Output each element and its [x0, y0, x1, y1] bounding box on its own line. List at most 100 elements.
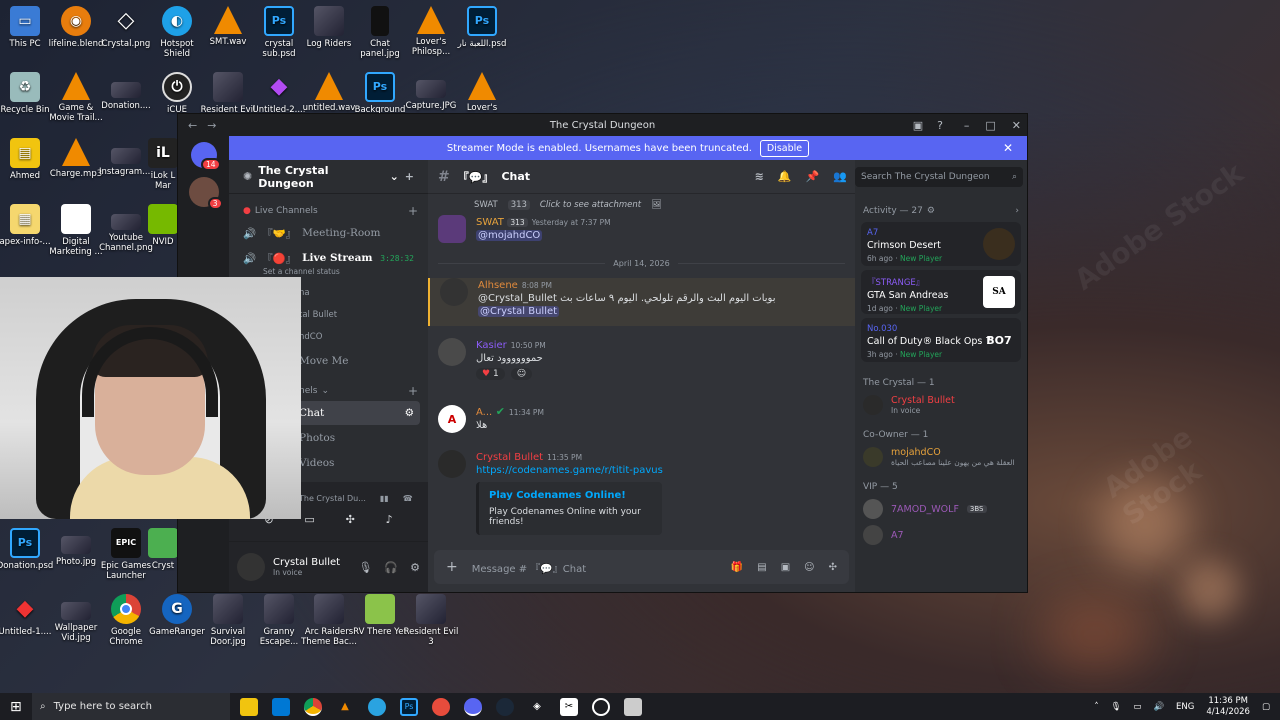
volume-icon[interactable]: 🔊 [1153, 702, 1164, 712]
minimize-icon[interactable]: – [964, 119, 970, 132]
desktop-icon-ilok[interactable]: iL iLok L Mar [148, 138, 178, 191]
gift-icon[interactable]: 🎁 [731, 562, 743, 573]
activity-card[interactable]: 『STRANGE』 GTA San Andreas 1d ago · New Pla… [861, 270, 1021, 314]
member-item[interactable]: A7 [855, 522, 1027, 548]
desktop-icon-untitled-wav[interactable]: untitled.wav [300, 72, 358, 113]
desktop-icon-gameranger[interactable]: G GameRanger [148, 594, 206, 637]
desktop-icon-epic[interactable]: EPIC Epic Games Launcher [97, 528, 155, 581]
chevron-up-icon[interactable]: ˄ [1094, 702, 1098, 712]
reaction-heart[interactable]: ♥ 1 [476, 368, 505, 380]
capcut-icon[interactable]: ✂ [560, 697, 578, 716]
desktop-icon-icue[interactable]: ⏻ iCUE [148, 72, 206, 115]
activity-card[interactable]: No.030 Call of Duty® Black Ops 7 3h ago · … [861, 318, 1021, 362]
member-item[interactable]: mojahdCO العقلة هي من يهون علينا مصاعب ال… [855, 444, 1027, 470]
sticker-icon[interactable]: ▣ [781, 562, 790, 573]
microphone-icon[interactable]: 🎙 [1111, 702, 1122, 712]
vlc-icon[interactable]: ▲ [336, 698, 354, 716]
headphones-icon[interactable]: 🎧 [384, 561, 398, 574]
close-icon[interactable]: ✕ [1012, 119, 1021, 132]
gif-icon[interactable]: ▤ [757, 562, 766, 573]
app-icon[interactable]: ◈ [528, 698, 546, 716]
forward-arrow-icon[interactable]: → [207, 119, 216, 132]
avatar[interactable] [237, 553, 265, 581]
photoshop-icon[interactable]: Ps [400, 697, 418, 716]
category-live-channels[interactable]: ● Live Channels + [229, 194, 428, 220]
add-reaction-icon[interactable]: ☺ [510, 368, 533, 380]
inbox-icon[interactable]: ▣ [913, 119, 923, 132]
app-icon[interactable] [624, 697, 642, 716]
apps-icon[interactable]: ✣ [829, 562, 837, 573]
desktop-icon-nvidia[interactable]: NVID [148, 204, 178, 247]
discord-icon[interactable] [464, 697, 482, 716]
windows-start-icon[interactable]: ⊞ [10, 699, 22, 715]
desktop-icon-youtube[interactable]: Youtube Channel.png [97, 204, 155, 253]
member-item[interactable]: 7AMOD_WOLF 3BS [855, 496, 1027, 522]
desktop-icon-untitled1[interactable]: ◆ Untitled-1.... [0, 594, 54, 638]
desktop-icon-crystal-png[interactable]: ◇ Crystal.png [97, 6, 155, 50]
emoji-icon[interactable]: ☺ [804, 562, 814, 573]
desktop-icon-ahmed[interactable]: ▤ Ahmed [0, 138, 54, 181]
channel-meeting-room[interactable]: 🔊 『🤝』 Meeting-Room [237, 221, 420, 245]
desktop-icon-resident-evil[interactable]: Resident Evil [199, 72, 257, 115]
close-banner-icon[interactable]: ✕ [1003, 141, 1013, 155]
avatar[interactable] [440, 278, 468, 306]
add-channel-icon[interactable]: + [408, 204, 418, 218]
avatar[interactable] [438, 450, 466, 478]
add-user-icon[interactable]: + [405, 170, 414, 183]
desktop-icon-hotspot[interactable]: ◐ Hotspot Shield [148, 6, 206, 59]
notification-icon[interactable]: ▢ [1262, 702, 1270, 712]
add-attachment-icon[interactable]: + [446, 559, 458, 575]
soundboard-icon[interactable]: ▮▮ [380, 494, 389, 503]
search-input[interactable]: Search The Crystal Dungeon ⌕ [855, 167, 1023, 187]
disconnect-icon[interactable]: ☎ [403, 494, 413, 503]
avatar[interactable]: A [438, 405, 466, 433]
message-input[interactable]: Message # 『💬』Chat [472, 560, 586, 575]
desktop-icon-this-pc[interactable]: ▭ This PC [0, 6, 54, 49]
app-icon[interactable] [432, 697, 450, 716]
desktop-icon-arabic-psd[interactable]: Ps اللعبة نار.psd [453, 6, 511, 49]
activities-icon[interactable]: ✣ [346, 513, 355, 526]
maximize-icon[interactable]: □ [985, 119, 995, 132]
reply-preview[interactable]: SWAT 313 Click to see attachment 🖼 [438, 200, 845, 210]
desktop-icon-re3[interactable]: Resident Evil 3 [402, 594, 460, 647]
desktop-icon-capture[interactable]: Capture.JPG [402, 72, 460, 111]
activity-card[interactable]: A7 Crimson Desert 6h ago · New Player [861, 222, 1021, 266]
file-explorer-icon[interactable] [240, 697, 258, 716]
members-icon[interactable]: 👥 [833, 170, 847, 183]
desktop-icon-smt[interactable]: SMT.wav [199, 6, 257, 47]
desktop-icon-donation[interactable]: Donation.... [97, 72, 155, 111]
desktop-icon-survival[interactable]: Survival Door.jpg [199, 594, 257, 647]
settings-icon[interactable]: ⚙ [410, 561, 420, 574]
language-indicator[interactable]: ENG [1176, 702, 1194, 712]
embed-title[interactable]: Play Codenames Online! [489, 490, 652, 501]
member-item[interactable]: Crystal Bullet In voice [855, 392, 1027, 418]
desktop-icon-chrome[interactable]: Google Chrome [97, 594, 155, 647]
clock[interactable]: 11:36 PM 4/14/2026 [1206, 696, 1250, 718]
chrome-icon[interactable] [304, 697, 322, 716]
steam-icon[interactable] [496, 697, 514, 716]
server-icon[interactable]: 3 [188, 177, 223, 210]
settings-icon[interactable]: ⚙ [405, 407, 414, 419]
microphone-icon[interactable]: 🎙 [358, 561, 372, 574]
bell-icon[interactable]: 🔔 [778, 170, 792, 183]
back-arrow-icon[interactable]: ← [188, 119, 197, 132]
desktop-icon-log-riders[interactable]: Log Riders [300, 6, 358, 49]
desktop-icon-recycle-bin[interactable]: ♻ Recycle Bin [0, 72, 54, 115]
channel-status[interactable]: Set a channel status [229, 267, 428, 276]
obs-icon[interactable] [592, 697, 610, 716]
store-icon[interactable] [272, 697, 290, 716]
taskbar-search[interactable]: ⌕ Type here to search [32, 693, 230, 720]
avatar[interactable] [438, 338, 466, 366]
network-icon[interactable]: ▭ [1133, 702, 1141, 712]
desktop-icon-rv[interactable]: RV There Yet [351, 594, 409, 637]
avatar[interactable] [438, 215, 466, 243]
server-header[interactable]: ✺ The Crystal Dungeon ⌄ + [229, 160, 428, 194]
desktop-icon-apex[interactable]: ▦ apex-info-... [0, 204, 54, 247]
add-channel-icon[interactable]: + [408, 384, 418, 398]
help-icon[interactable]: ? [937, 119, 943, 132]
home-button[interactable]: 14 [190, 142, 221, 171]
desktop-icon-chat-panel[interactable]: Chat panel.jpg [351, 6, 409, 59]
disable-button[interactable]: Disable [759, 139, 810, 157]
soundboard-icon[interactable]: ♪ [386, 513, 393, 526]
desktop-icon-arc-raiders[interactable]: Arc Raiders Theme Bac... [300, 594, 358, 647]
